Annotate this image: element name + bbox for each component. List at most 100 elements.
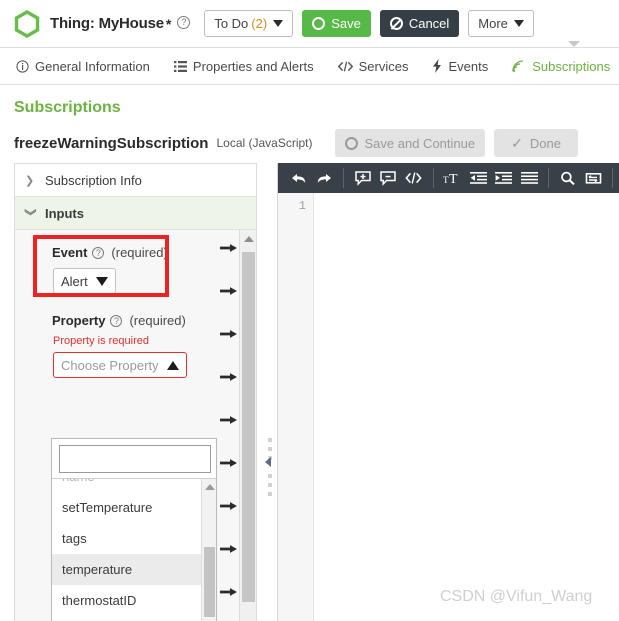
help-icon[interactable]: ? bbox=[92, 246, 105, 259]
list-item[interactable]: setTemperature bbox=[52, 492, 216, 523]
bolt-icon bbox=[432, 59, 442, 73]
scroll-up-arrow-icon[interactable] bbox=[244, 236, 254, 242]
option-label: tags bbox=[62, 531, 87, 546]
arrow-right-icon[interactable] bbox=[220, 414, 239, 426]
arrow-right-icon[interactable] bbox=[220, 543, 239, 555]
tab-services[interactable]: Services bbox=[337, 48, 409, 85]
list-item[interactable]: tags bbox=[52, 523, 216, 554]
arrow-right-icon[interactable] bbox=[220, 285, 239, 297]
chevron-up-icon bbox=[166, 360, 179, 370]
tab-label: General Information bbox=[35, 58, 150, 74]
add-comment-icon[interactable] bbox=[350, 165, 376, 191]
todo-dropdown-button[interactable]: To Do (2) bbox=[204, 10, 294, 37]
property-field-label: Property ? (required) bbox=[52, 313, 186, 328]
watermark-text: CSDN @Vifun_Wang bbox=[440, 588, 593, 605]
info-icon bbox=[16, 59, 29, 73]
editor-body[interactable]: 1 bbox=[278, 193, 619, 621]
toolbar-divider bbox=[432, 168, 434, 188]
outdent-icon[interactable] bbox=[465, 165, 491, 191]
ban-icon bbox=[389, 17, 403, 30]
top-bar: Thing: MyHouse * ? To Do (2) Save Cancel… bbox=[0, 0, 619, 47]
panel-splitter[interactable] bbox=[264, 163, 276, 621]
cancel-button[interactable]: Cancel bbox=[379, 10, 460, 37]
done-button[interactable]: ✓ Done bbox=[494, 129, 578, 157]
rss-icon bbox=[512, 59, 526, 73]
arrow-right-icon[interactable] bbox=[220, 586, 239, 598]
arrow-right-icon[interactable] bbox=[220, 242, 239, 254]
indent-icon[interactable] bbox=[491, 165, 517, 191]
chevron-down-icon bbox=[513, 20, 524, 27]
replace-icon[interactable] bbox=[580, 165, 606, 191]
list-item[interactable]: thermostatID bbox=[52, 585, 216, 616]
help-icon[interactable]: ? bbox=[110, 314, 123, 327]
option-label: temperature bbox=[62, 562, 133, 577]
redo-icon[interactable] bbox=[312, 165, 338, 191]
chevron-right-icon: ❯ bbox=[25, 174, 35, 187]
svg-text:T: T bbox=[449, 172, 458, 186]
scrollbar-thumb[interactable] bbox=[242, 252, 255, 602]
script-editor: T T 1 bbox=[277, 163, 619, 621]
more-dropdown-button[interactable]: More bbox=[468, 10, 534, 37]
required-text: (required) bbox=[111, 245, 168, 260]
editor-toolbar: T T bbox=[278, 163, 619, 193]
accordion-label: Inputs bbox=[45, 205, 84, 221]
property-select[interactable]: Choose Property bbox=[53, 352, 187, 378]
save-button[interactable]: Save bbox=[302, 10, 371, 37]
tab-properties-and-alerts[interactable]: Properties and Alerts bbox=[173, 48, 314, 85]
property-dropdown: name setTemperature tags temperature the… bbox=[51, 438, 217, 621]
list-item[interactable]: thingTemplate bbox=[52, 616, 216, 621]
help-icon[interactable]: ? bbox=[177, 16, 191, 29]
property-select-value: Choose Property bbox=[61, 357, 159, 373]
arrow-right-icon[interactable] bbox=[220, 457, 239, 469]
list-item[interactable]: temperature bbox=[52, 554, 216, 585]
search-icon[interactable] bbox=[555, 165, 581, 191]
option-label: thermostatID bbox=[62, 593, 137, 608]
tab-general-information[interactable]: General Information bbox=[16, 48, 150, 85]
splitter-collapse-icon[interactable] bbox=[265, 457, 271, 467]
inputs-scrollbar[interactable] bbox=[239, 230, 256, 621]
tab-overflow-caret-icon bbox=[568, 41, 580, 47]
arrow-right-icon[interactable] bbox=[220, 371, 239, 383]
inputs-body: Event ? (required) Alert Property ? (req… bbox=[15, 230, 256, 621]
property-search-input[interactable] bbox=[59, 445, 211, 473]
tab-events[interactable]: Events bbox=[432, 48, 488, 85]
remove-comment-icon[interactable] bbox=[376, 165, 402, 191]
accordion-subscription-info[interactable]: ❯ Subscription Info bbox=[15, 164, 256, 197]
check-icon: ✓ bbox=[511, 134, 523, 151]
option-label: name bbox=[62, 479, 95, 484]
scroll-up-arrow-icon[interactable] bbox=[205, 484, 215, 490]
tab-label: Events bbox=[448, 58, 489, 74]
font-size-icon[interactable]: T T bbox=[440, 165, 466, 191]
tab-label: Properties and Alerts bbox=[192, 58, 314, 74]
save-ring-icon bbox=[344, 136, 358, 150]
tab-label: Services bbox=[358, 58, 409, 74]
code-icon bbox=[337, 60, 353, 73]
subscription-header-row: freezeWarningSubscription Local (JavaScr… bbox=[14, 129, 619, 157]
tab-subscriptions[interactable]: Subscriptions bbox=[512, 48, 610, 85]
subscription-config-panel: ❯ Subscription Info ❯ Inputs Event ? (re… bbox=[14, 163, 257, 621]
tab-label: Subscriptions bbox=[532, 58, 611, 74]
todo-label: To Do bbox=[214, 16, 249, 31]
toolbar-divider bbox=[343, 168, 345, 188]
save-label: Save bbox=[331, 16, 361, 31]
list-item[interactable]: name bbox=[52, 479, 216, 492]
splitter-grip-icon bbox=[268, 438, 272, 501]
align-icon[interactable] bbox=[516, 165, 542, 191]
undo-icon[interactable] bbox=[286, 165, 312, 191]
scrollbar-thumb[interactable] bbox=[204, 547, 215, 617]
option-label: setTemperature bbox=[62, 500, 153, 515]
arrow-right-icon[interactable] bbox=[220, 500, 239, 512]
save-and-continue-button[interactable]: Save and Continue bbox=[334, 129, 486, 157]
property-option-list[interactable]: name setTemperature tags temperature the… bbox=[52, 478, 216, 621]
event-field-label: Event ? (required) bbox=[52, 245, 168, 260]
dropdown-scrollbar[interactable] bbox=[201, 479, 216, 621]
code-snippet-icon[interactable] bbox=[401, 165, 427, 191]
event-select[interactable]: Alert bbox=[53, 268, 116, 294]
arrow-right-icon[interactable] bbox=[220, 328, 239, 340]
entity-tab-bar: General Information Properties and Alert… bbox=[0, 47, 619, 85]
chevron-down-icon bbox=[95, 276, 108, 286]
property-label-text: Property bbox=[52, 313, 106, 328]
subscription-kind: Local (JavaScript) bbox=[216, 136, 313, 150]
accordion-inputs[interactable]: ❯ Inputs bbox=[15, 197, 256, 230]
subscription-name: freezeWarningSubscription bbox=[14, 134, 209, 152]
